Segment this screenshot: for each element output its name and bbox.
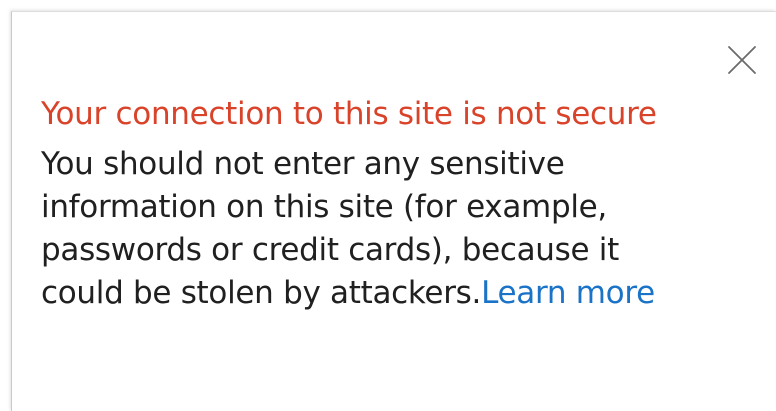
connection-info-popup: Your connection to this site is not secu… (11, 11, 776, 411)
security-warning-message: You should not enter any sensitive infor… (41, 143, 681, 315)
learn-more-link[interactable]: Learn more (481, 275, 655, 311)
close-icon (728, 46, 756, 74)
security-warning-title: Your connection to this site is not secu… (41, 96, 657, 132)
close-button[interactable] (726, 44, 758, 76)
